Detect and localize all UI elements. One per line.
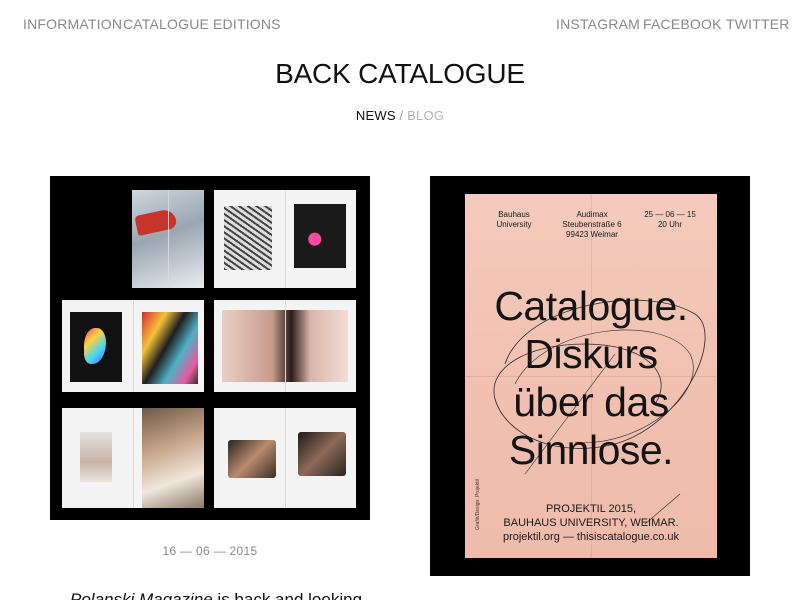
poster-footer: PROJEKTIL 2015, BAUHAUS UNIVERSITY, WEIM… xyxy=(502,503,680,543)
tab-separator: / xyxy=(399,108,404,123)
nav-facebook[interactable]: FACEBOOK xyxy=(643,16,722,32)
magazine-spread-4 xyxy=(62,408,204,508)
photo-standing-figure xyxy=(80,432,112,482)
photo-small-right xyxy=(298,432,346,476)
photo-reclining-figure xyxy=(222,310,348,382)
excerpt-text: is back and looking xyxy=(212,590,363,600)
tab-news[interactable]: NEWS xyxy=(356,108,396,123)
nav-twitter[interactable]: TWITTER xyxy=(726,16,790,32)
poster-side-credit: Grafik/Design: Projektil xyxy=(475,479,481,530)
tab-blog[interactable]: BLOG xyxy=(407,108,444,123)
poster-headline: Catalogue. Diskurs über das Sinnlose. xyxy=(494,283,688,473)
magazine-spread-2 xyxy=(62,300,204,392)
magazine-cover-page xyxy=(132,190,204,288)
catalogue-poster: Bauhaus University Audimax Steubenstraße… xyxy=(465,194,717,558)
flower-artwork xyxy=(294,204,346,268)
nav-information[interactable]: INFORMATION xyxy=(23,16,122,32)
photo-small-left xyxy=(228,440,276,478)
magazine-spread-3 xyxy=(214,300,356,392)
section-tabs: NEWS / BLOG xyxy=(0,108,800,123)
post-image-poster[interactable]: Bauhaus University Audimax Steubenstraße… xyxy=(430,176,750,576)
photo-torso xyxy=(132,190,204,288)
abstract-painting xyxy=(142,312,198,384)
excerpt-title[interactable]: Polanski Magazine xyxy=(70,590,213,600)
magazine-spread-5 xyxy=(214,408,356,508)
post-excerpt: Polanski Magazine is back and looking xyxy=(70,590,370,600)
nav-instagram[interactable]: INSTAGRAM xyxy=(556,16,640,32)
page-title: BACK CATALOGUE xyxy=(275,58,525,89)
photo-portrait xyxy=(142,408,204,508)
nav-catalogue[interactable]: CATALOGUE xyxy=(123,16,209,32)
post-date: 16 — 06 — 2015 xyxy=(162,544,258,558)
post-image-magazine[interactable] xyxy=(50,176,370,520)
nav-editions[interactable]: EDITIONS xyxy=(213,16,281,32)
sketch-artwork xyxy=(224,206,272,270)
magazine-spread-1 xyxy=(214,190,356,288)
